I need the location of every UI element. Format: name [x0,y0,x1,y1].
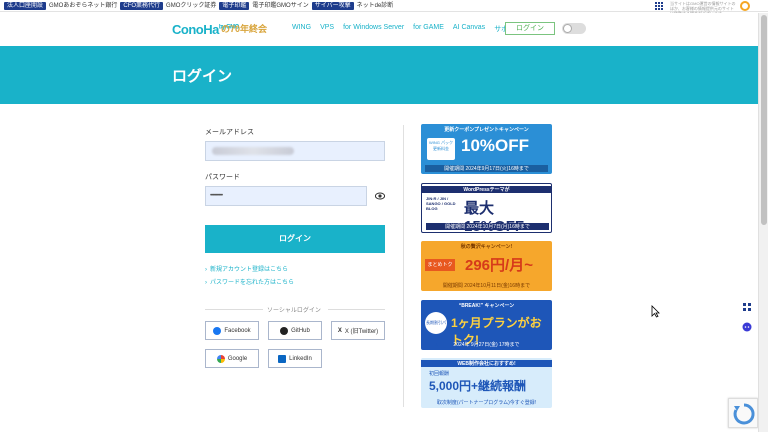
header-login-button[interactable]: ログイン [505,22,555,35]
show-password-eye-icon[interactable] [375,192,385,200]
gmo-bar-tag[interactable]: CFO業務代行 [120,1,164,10]
email-label: メールアドレス [205,129,254,136]
site-header: ConoHaby GMO の70年終会 WING VPS for Windows S… [0,13,758,46]
chevron-right-icon: › [205,280,207,286]
nav-item[interactable]: WING [292,24,311,34]
banner-footer: 開催期間 2024年10月11日(金)16時まで [442,283,531,289]
recaptcha-icon [733,403,755,425]
chat-support-icon[interactable] [742,322,752,332]
banner-wordpress-theme[interactable]: WordPressテーマが JIN:R / JIN / SANGO / GOLD… [421,183,552,233]
blurred-email-value [212,147,294,155]
banner-break-campaign[interactable]: “BREAK!” キャンペーン 長期割引パス 1ヶ月プランがおトク! 2024年… [421,300,552,350]
login-submit-button[interactable]: ログイン [205,225,385,253]
banner-headline: 5,000円+継続報酬 [429,379,527,393]
x-login-button[interactable]: XX (旧Twitter) [331,321,385,340]
facebook-icon [213,326,222,335]
google-login-button[interactable]: Google [205,349,259,368]
banner-title: WEB制作会社におすすめ! [421,360,552,367]
nav-item[interactable]: for Windows Server [343,24,404,34]
banner-sub: まとめトク [425,259,455,271]
chevron-right-icon: › [205,267,207,273]
new-account-link[interactable]: › 新規アカウント登録はこちら [205,264,288,273]
gmo-bar-link[interactable]: GMOあおぞらネット銀行 [49,2,117,10]
banner-sub: WING パック 更新料金 [427,138,455,160]
banner-title: WordPressテーマが [422,186,551,193]
page-hero: ログイン [0,46,758,104]
google-icon [216,354,225,363]
password-label: パスワード [205,174,240,181]
banner-footer: 開催期間 2024年9月17日(火)16時まで [425,165,548,172]
banner-sub: 初回報酬 [429,371,450,377]
banner-sub: JIN:R / JIN / SANGO / GOLD BLOG [426,196,456,211]
linkedin-login-button[interactable]: LinkedIn [268,349,322,368]
toggle-knob [563,24,572,33]
recaptcha-badge[interactable] [728,398,758,428]
nav-item[interactable]: AI Canvas [453,24,485,34]
forgot-password-link[interactable]: › パスワードを忘れた方はこちら [205,277,294,286]
gmo-bar-tag[interactable]: サイバー攻撃 [311,1,354,10]
banner-footer: 2024年 9月27日(金) 17時まで [453,342,520,348]
grid-menu-icon[interactable] [742,302,752,312]
banner-sub: 長期割引パス [425,312,447,347]
nav-item[interactable]: for GAME [413,24,444,34]
gmo-bar-tag[interactable]: 法人口座開設 [4,1,47,10]
banner-footer: 開催期間 2024年10月7日(月)16時まで [426,223,549,230]
column-divider [403,125,404,407]
banner-footer: 取次制度(パートナープログラム)今すぐ登録! [436,400,537,406]
banner-headline: 10%OFF [461,136,530,155]
gmo-bar-link[interactable]: 電子印鑑GMOサイン [252,2,308,10]
social-divider-right [328,309,385,310]
theme-toggle[interactable] [562,23,586,34]
password-field[interactable]: ••••••••••• [205,186,367,206]
gmo-bar-link[interactable]: GMOクリック証券 [166,2,216,10]
social-login-label: ソーシャルログイン [267,308,321,314]
scrollbar-thumb[interactable] [761,15,767,225]
github-login-button[interactable]: GitHub [268,321,322,340]
gmo-badge-icon[interactable] [740,1,750,11]
page-title: ログイン [172,68,233,85]
github-icon [280,326,289,335]
gmo-services-grid-icon[interactable] [655,2,663,10]
page-scrollbar[interactable] [758,13,768,432]
mouse-cursor-icon [651,305,660,318]
anniversary-badge: の70年終会 [221,24,268,34]
facebook-login-button[interactable]: Facebook [205,321,259,340]
gmo-bar-tag[interactable]: 電子印鑑 [219,1,250,10]
banner-partner-program[interactable]: WEB制作会社におすすめ! 初回報酬 5,000円+継続報酬 取次制度(パートナ… [421,358,552,408]
banner-title: “BREAK!” キャンペーン [458,303,515,309]
social-divider-left [205,309,263,310]
banner-headline: 296円/月~ [465,257,533,274]
banner-title: 秋の贅沢キャンペーン! [460,244,513,250]
gmo-group-bar: 法人口座開設 GMOあおぞらネット銀行 CFO業務代行 GMOクリック証券 電子印鑑 電子… [0,0,768,12]
x-icon: X [337,327,342,334]
main-nav: WING VPS for Windows Server for GAME AI Canv… [292,24,522,34]
nav-item[interactable]: VPS [320,24,334,34]
banner-wing-coupon[interactable]: 更新クーポンプレゼントキャンペーン WING パック 更新料金 10%OFF 開… [421,124,552,174]
banner-title: 更新クーポンプレゼントキャンペーン [444,127,529,133]
linkedin-icon [278,354,287,363]
gmo-bar-link[interactable]: ネットde診断 [357,2,394,10]
banner-autumn-campaign[interactable]: 秋の贅沢キャンペーン! まとめトク 296円/月~ 開催期間 2024年10月1… [421,241,552,291]
